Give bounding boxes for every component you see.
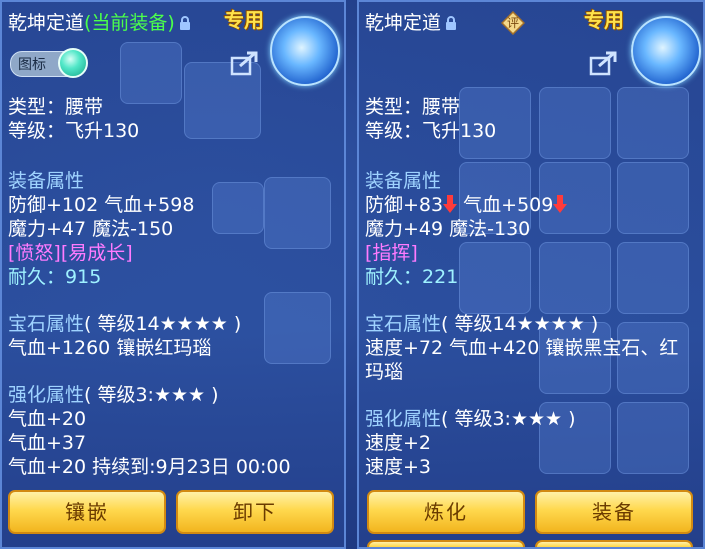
enhance-line: 气血+20 [8, 408, 87, 430]
toggle-knob [58, 48, 88, 78]
equip-attr-line: 魔力+47 魔法-150 [8, 218, 174, 240]
level-line: 等级：飞升130 [365, 120, 497, 142]
unequip-button[interactable]: 卸下 [176, 490, 334, 534]
extra-button-partial[interactable] [535, 540, 693, 547]
item-name: 乾坤定道 [365, 12, 442, 34]
item-title: 乾坤定道 [365, 8, 457, 35]
enhance-line: 速度+2 [365, 432, 432, 454]
rating-icon[interactable]: 评 [501, 11, 525, 35]
extra-button-partial[interactable] [367, 540, 525, 547]
item-details: 类型：腰带 等级：飞升130 装备属性 防御+102 气血+598 魔力+47 … [8, 95, 291, 479]
gem-line: 气血+1260 镶嵌红玛瑙 [8, 337, 212, 359]
toggle-label: 图标 [18, 57, 46, 73]
down-arrow-icon [553, 195, 568, 213]
equipped-tag: (当前装备) [84, 12, 175, 34]
special-badge: 专用 [584, 8, 624, 32]
current-equipment-panel: 乾坤定道(当前装备) 专用 图标 类型：腰带 等级：飞升130 装备属性 防御+… [0, 0, 346, 549]
equip-attr-line: 防御+102 气血+598 [8, 194, 195, 216]
enhance-line: 速度+3 [365, 456, 432, 478]
equipment-avatar-icon [270, 16, 340, 86]
defense-value: 防御+83 [365, 194, 444, 216]
enhance-header-detail: ( 等级3:★★★ ) [84, 384, 219, 406]
enhance-header-detail: ( 等级3:★★★ ) [441, 408, 576, 430]
gem-header: 宝石属性 [8, 313, 85, 335]
equipment-avatar-icon [631, 16, 701, 86]
equip-attr-header: 装备属性 [8, 170, 85, 192]
inlay-button[interactable]: 镶嵌 [8, 490, 166, 534]
enhance-header-line: 强化属性( 等级3:★★★ ) [8, 383, 291, 407]
durability-value: 915 [65, 266, 102, 288]
special-effects: [愤怒][易成长] [8, 242, 133, 264]
durability-line: 耐久：221 [365, 265, 678, 289]
gem-header-line: 宝石属性( 等级14★★★★ ) [8, 312, 291, 336]
item-name: 乾坤定道 [8, 12, 85, 34]
gem-header-line: 宝石属性( 等级14★★★★ ) [365, 312, 678, 336]
enhance-header: 强化属性 [8, 384, 85, 406]
lock-icon [179, 16, 190, 30]
durability-line: 耐久：915 [8, 265, 291, 289]
special-badge: 专用 [224, 8, 264, 32]
lock-icon [446, 16, 457, 30]
type-line: 类型：腰带 [8, 96, 104, 118]
item-details: 类型：腰带 等级：飞升130 装备属性 防御+83 气血+509 魔力+49 魔… [365, 95, 678, 479]
enhance-line: 气血+20 持续到:9月23日 00:00 [8, 456, 291, 478]
gem-line: 速度+72 气血+420 镶嵌黑宝石、红 [365, 337, 679, 359]
gem-header-detail: ( 等级14★★★★ ) [84, 313, 242, 335]
compare-equipment-panel: 乾坤定道 评 专用 类型：腰带 等级：飞升130 装备属性 防御+83 气血+5… [357, 0, 705, 549]
enhance-header: 强化属性 [365, 408, 442, 430]
refine-button[interactable]: 炼化 [367, 490, 525, 534]
gem-line: 玛瑙 [365, 361, 404, 383]
durability-value: 221 [422, 266, 459, 288]
icon-toggle[interactable]: 图标 [10, 48, 90, 78]
durability-label: 耐久： [8, 266, 66, 288]
gem-header-detail: ( 等级14★★★★ ) [441, 313, 599, 335]
gem-header: 宝石属性 [365, 313, 442, 335]
enhance-header-line: 强化属性( 等级3:★★★ ) [365, 407, 678, 431]
item-title: 乾坤定道(当前装备) [8, 8, 191, 35]
equip-attr-line: 防御+83 气血+509 [365, 193, 678, 217]
special-effects: [指挥] [365, 242, 418, 264]
share-icon[interactable] [230, 50, 260, 76]
equip-attr-line: 魔力+49 魔法-130 [365, 218, 531, 240]
equip-attr-header: 装备属性 [365, 170, 442, 192]
type-line: 类型：腰带 [365, 96, 461, 118]
equip-button[interactable]: 装备 [535, 490, 693, 534]
durability-label: 耐久： [365, 266, 423, 288]
rating-label: 评 [506, 16, 519, 30]
level-line: 等级：飞升130 [8, 120, 140, 142]
hp-value: 气血+509 [463, 194, 554, 216]
enhance-line: 气血+37 [8, 432, 87, 454]
down-arrow-icon [443, 195, 458, 213]
share-icon[interactable] [589, 50, 619, 76]
